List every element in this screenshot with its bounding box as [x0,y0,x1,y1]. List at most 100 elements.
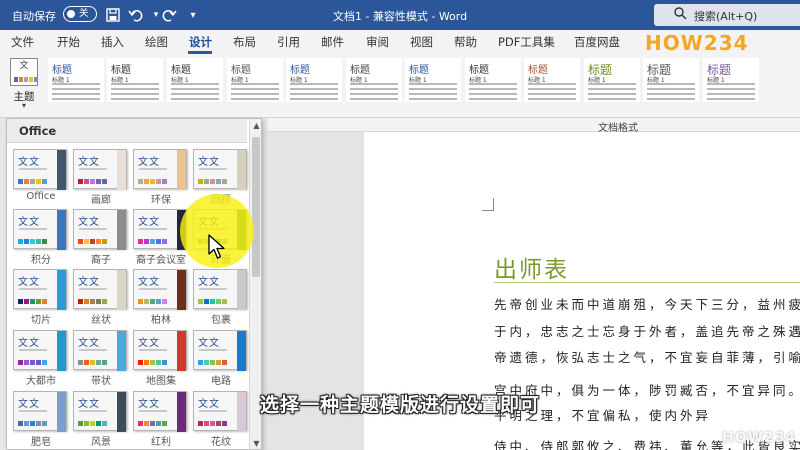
style-set-thumbnail[interactable]: 标题 标题 1 [346,58,402,102]
theme-name: 裔子 [91,255,111,266]
style-set-thumbnail[interactable]: 标题 标题 1 [703,58,759,102]
theme-color-swatch [162,360,167,365]
theme-color-swatch [30,360,35,365]
theme-preview-line [199,168,227,170]
theme-color-swatch [216,421,221,426]
theme-color-swatch [138,299,143,304]
search-icon [674,7,687,23]
document-title[interactable]: 出师表 [494,250,569,284]
scroll-down-icon[interactable]: ▼ [250,439,261,448]
theme-color-swatch [156,239,161,244]
search-placeholder: 搜索(Alt+Q) [694,10,758,23]
theme-color-swatch [204,299,209,304]
theme-color-swatches [78,239,107,244]
theme-color-swatch [222,299,227,304]
style-set-thumbnail[interactable]: 标题 标题 1 [48,58,104,102]
theme-preview-thumbnail: 文文 [73,209,127,250]
document-format-group: 文档格式 [268,118,800,134]
theme-color-swatch [210,421,215,426]
theme-color-swatch [150,179,155,184]
scrollbar-thumb[interactable] [252,137,260,277]
style-set-thumbnail[interactable]: 标题 标题 1 [405,58,461,102]
tab-references[interactable]: 引用 [277,34,300,50]
tab-pdf-tools[interactable]: PDF工具集 [498,34,555,50]
style-set-text-line [350,98,398,100]
paragraph-line[interactable]: 于内，忠志之士忘身于外者，盖追先帝之殊遇 [494,321,800,340]
theme-color-swatch [18,421,23,426]
style-set-text-line [231,93,279,95]
paragraph-line[interactable]: 先帝创业未而中道崩殂，今天下三分，益州疲 [494,294,800,313]
theme-accent-strip [237,150,246,190]
style-set-text-line [647,98,695,100]
style-set-text-line [350,83,398,85]
style-set-thumbnail[interactable]: 标题 标题 1 [227,58,283,102]
tab-home[interactable]: 开始 [57,34,80,50]
theme-color-swatch [36,179,41,184]
theme-color-swatch [138,179,143,184]
theme-name: 柏林 [151,315,171,326]
tab-mailings[interactable]: 邮件 [321,34,344,50]
theme-color-swatch [96,239,101,244]
scroll-up-icon[interactable]: ▲ [250,121,261,130]
theme-color-swatch [78,299,83,304]
theme-color-swatch [36,239,41,244]
tab-draw[interactable]: 绘图 [145,34,168,50]
theme-preview-line [79,349,107,351]
theme-color-swatch [42,239,47,244]
style-set-thumbnail[interactable]: 标题 标题 1 [465,58,521,102]
style-set-thumbnail[interactable]: 标题 标题 1 [286,58,342,102]
tab-file[interactable]: 文件 [11,34,34,50]
style-set-text-line [52,98,100,100]
tab-baidu-netdisk[interactable]: 百度网盘 [574,34,620,50]
theme-accent-strip [177,150,186,190]
style-set-thumbnail[interactable]: 标题 标题 1 [107,58,163,102]
theme-color-swatch [90,299,95,304]
theme-color-swatch [216,179,221,184]
theme-accent-strip [117,210,126,250]
theme-color-swatch [138,421,143,426]
theme-color-swatch [96,421,101,426]
theme-color-swatches [198,421,227,426]
theme-color-swatch [84,239,89,244]
style-set-heading: 标题 [171,65,191,76]
theme-color-swatches [198,299,227,304]
style-set-heading: 标题 [231,65,251,76]
how234-logo: HOW234 [645,31,749,55]
theme-color-swatch [30,299,35,304]
theme-color-swatch [102,360,107,365]
theme-accent-strip [177,331,186,371]
paragraph-line[interactable]: 帝遗德，恢弘志士之气，不宜妄自菲薄，引喻 [494,347,800,366]
tab-review[interactable]: 审阅 [366,34,389,50]
style-set-text-line [469,93,517,95]
theme-name: 风景 [91,437,111,448]
style-set-heading: 标题 [350,65,370,76]
theme-color-swatch [144,179,149,184]
theme-color-swatch [90,239,95,244]
theme-color-swatch [150,239,155,244]
style-set-thumbnail[interactable]: 标题 标题 1 [167,58,223,102]
style-set-thumbnail[interactable]: 标题 标题 1 [584,58,640,102]
tab-design[interactable]: 设计 [189,34,212,50]
tab-help[interactable]: 帮助 [454,34,477,50]
themes-button[interactable]: 文 主题 ▾ [6,56,42,116]
theme-color-swatches [18,360,47,365]
style-set-thumbnail[interactable]: 标题 标题 1 [524,58,580,102]
theme-color-swatch [210,360,215,365]
tab-layout[interactable]: 布局 [233,34,256,50]
theme-preview-glyph: 文文 [78,338,100,349]
theme-color-swatch [78,421,83,426]
theme-name: Office [26,191,56,202]
style-set-text-line [588,83,636,85]
style-set-text-line [528,88,576,90]
theme-color-swatch [156,299,161,304]
theme-preview-line [79,288,107,290]
theme-preview-glyph: 文文 [138,338,160,349]
style-set-thumbnail[interactable]: 标题 标题 1 [643,58,699,102]
tab-insert[interactable]: 插入 [101,34,124,50]
theme-color-swatch [30,421,35,426]
theme-color-swatch [30,179,35,184]
tab-view[interactable]: 视图 [410,34,433,50]
theme-color-swatch [138,239,143,244]
style-set-text-line [588,98,636,100]
search-box[interactable]: 搜索(Alt+Q) [654,4,800,26]
